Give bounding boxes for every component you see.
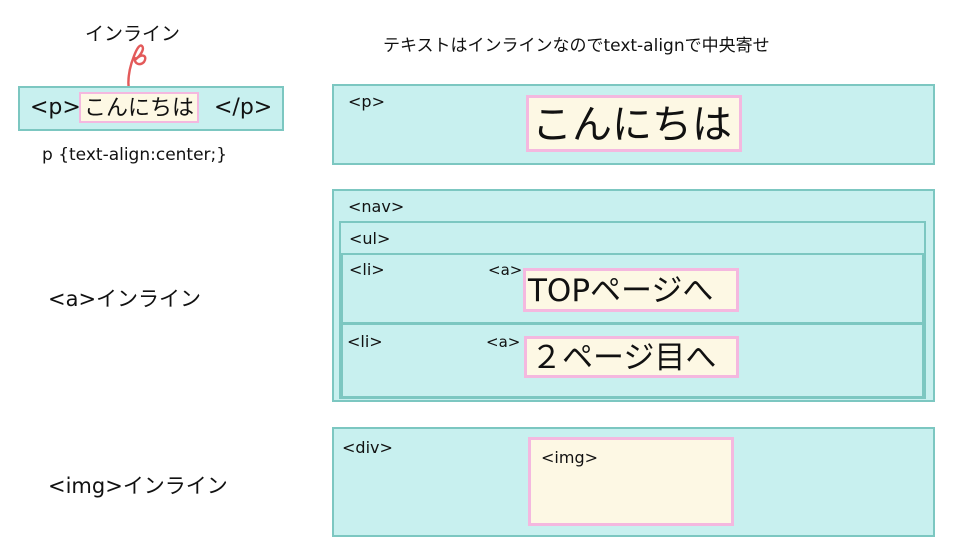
img-inline-note: <img>インライン	[48, 474, 228, 498]
img-inline-box: <img>	[528, 437, 734, 526]
p-inline-box: こんにちは	[526, 95, 742, 152]
img-tag-label: <img>	[541, 448, 598, 467]
a-inline-text-1: TOPページへ	[528, 273, 714, 309]
a-tag-label-2: <a>	[486, 333, 521, 351]
a-tag-label-1: <a>	[488, 261, 523, 279]
li-tag-label-1: <li>	[349, 260, 385, 279]
li-tag-label-2: <li>	[347, 332, 383, 351]
p-open-tag: <p>	[30, 95, 81, 120]
nav-tag-label: <nav>	[348, 197, 405, 216]
a-inline-box-2: ２ページ目へ	[524, 336, 739, 378]
a-inline-note: <a>インライン	[48, 287, 202, 311]
div-tag-label: <div>	[342, 438, 393, 457]
p-close-tag: </p>	[214, 95, 273, 120]
p-example-box: <p> こんにちは </p>	[18, 86, 284, 131]
ul-tag-label: <ul>	[349, 229, 391, 248]
a-inline-box-1: TOPページへ	[523, 268, 739, 312]
p-inline-text: こんにちは	[79, 92, 200, 123]
p-css-rule: p {text-align:center;}	[42, 145, 228, 165]
a-inline-text-2: ２ページ目へ	[531, 340, 717, 376]
diagram-header: テキストはインラインなのでtext-alignで中央寄せ	[383, 36, 770, 56]
p-inline-box-text: こんにちは	[532, 102, 732, 148]
p-tag-label: <p>	[348, 92, 385, 111]
